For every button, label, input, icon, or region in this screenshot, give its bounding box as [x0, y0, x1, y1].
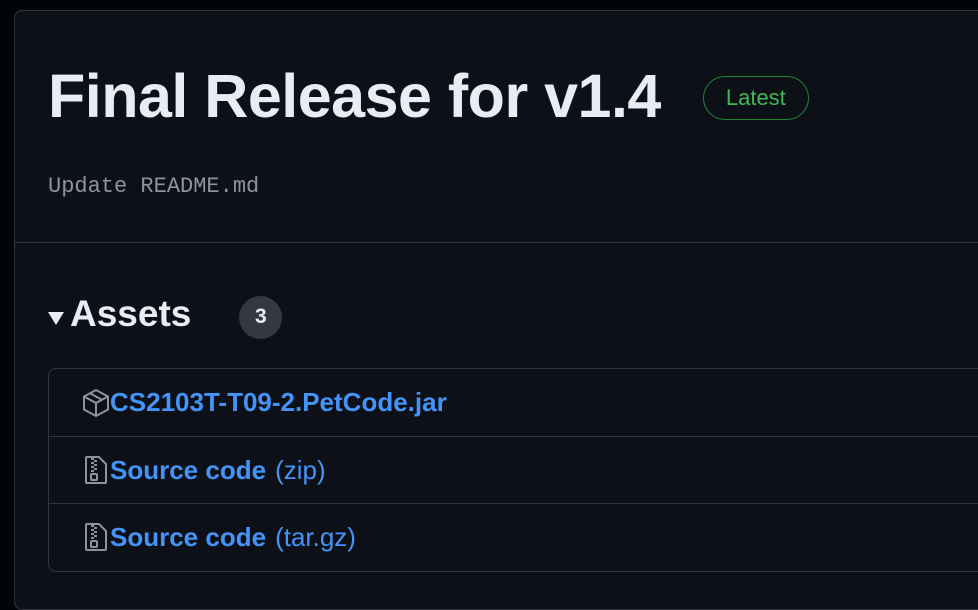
asset-list: CS2103T-T09-2.PetCode.jar Source code (z… [48, 368, 978, 572]
release-title[interactable]: Final Release for v1.4 [48, 61, 661, 131]
release-card: Final Release for v1.4 Latest Update REA… [14, 10, 978, 610]
assets-toggle[interactable]: Assets 3 [48, 289, 283, 339]
asset-suffix-targz[interactable]: (tar.gz) [275, 522, 356, 553]
asset-row-targz: Source code (tar.gz) [49, 503, 978, 570]
asset-link-source-zip[interactable]: Source code [110, 455, 266, 486]
release-header: Final Release for v1.4 Latest Update REA… [15, 11, 978, 243]
release-title-row: Final Release for v1.4 Latest [48, 61, 809, 131]
asset-link-jar[interactable]: CS2103T-T09-2.PetCode.jar [110, 387, 447, 418]
assets-count-badge: 3 [239, 295, 283, 339]
asset-link-source-targz[interactable]: Source code [110, 522, 266, 553]
latest-badge: Latest [702, 76, 809, 120]
asset-row-jar: CS2103T-T09-2.PetCode.jar [49, 369, 978, 436]
file-zip-icon [82, 455, 110, 485]
asset-row-zip: Source code (zip) [49, 436, 978, 503]
commit-message: Update README.md [48, 174, 260, 199]
triangle-down-icon [48, 311, 64, 325]
package-icon [82, 388, 110, 418]
file-zip-icon [82, 522, 110, 552]
asset-suffix-zip[interactable]: (zip) [275, 455, 326, 486]
assets-heading: Assets [70, 293, 192, 334]
